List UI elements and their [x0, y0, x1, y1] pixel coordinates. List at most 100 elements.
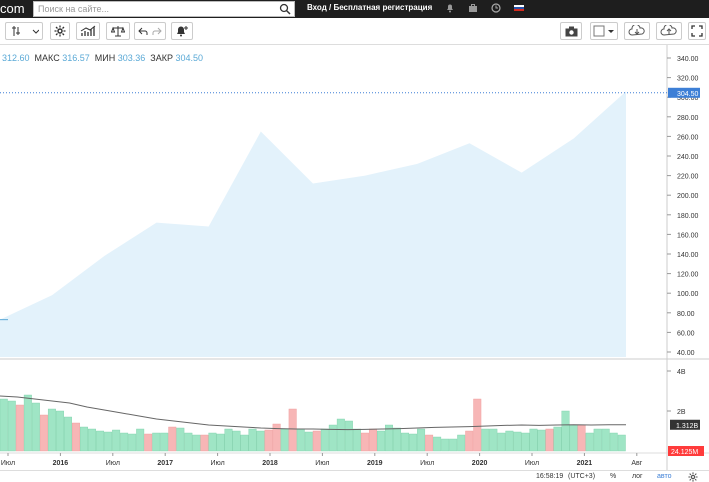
time-axis-label: Июл [525, 460, 539, 467]
screenshot-button[interactable] [560, 22, 582, 40]
volume-bar [433, 436, 442, 452]
price-tick-label: 240.00 [677, 154, 699, 161]
volume-bar [264, 429, 273, 452]
volume-bar [609, 432, 618, 452]
volume-bar [336, 418, 345, 452]
volume-bar [352, 428, 361, 452]
volume-bar [232, 430, 241, 452]
volume-bar [192, 434, 201, 452]
volume-bar [55, 410, 64, 452]
price-tick-label: 200.00 [677, 193, 699, 200]
cloud-download-button[interactable] [624, 22, 650, 40]
color-picker-button[interactable] [590, 22, 618, 40]
undo-icon[interactable] [138, 26, 148, 36]
volume-bar [561, 410, 570, 452]
time-axis-label: 2019 [367, 460, 383, 467]
price-tick-label: 340.00 [677, 56, 699, 63]
volume-bar [176, 427, 185, 452]
volume-bar [88, 428, 97, 452]
price-tick-label: 100.00 [677, 291, 699, 298]
price-tick-label: 40.00 [677, 350, 695, 357]
volume-bar [593, 428, 602, 452]
volume-ma-line [0, 395, 626, 431]
alert-button[interactable] [171, 22, 193, 40]
volume-bar [344, 420, 353, 452]
price-chart[interactable]: 340.00320.00300.00280.00260.00240.00220.… [0, 45, 709, 470]
language-flag-icon[interactable] [514, 3, 524, 13]
cloud-upload-button[interactable] [656, 22, 682, 40]
auto-toggle[interactable]: авто [657, 473, 671, 480]
clock-time: 16:58:19 [536, 473, 564, 480]
price-tick-label: 180.00 [677, 213, 699, 220]
price-tick-label: 320.00 [677, 76, 699, 83]
volume-bar [521, 432, 530, 452]
expand-icon [691, 25, 703, 37]
volume-tick-label: 4B [677, 369, 686, 376]
volume-bar [441, 438, 450, 452]
camera-icon [565, 26, 577, 36]
current-volume-label: 24.125M [671, 449, 698, 456]
current-price-label: 304.50 [677, 91, 699, 98]
clock-icon[interactable] [491, 3, 501, 13]
volume-bar [23, 394, 32, 452]
volume-bar [529, 428, 538, 452]
volume-bar [80, 426, 88, 452]
volume-bar [256, 430, 265, 452]
volume-bar [569, 424, 578, 452]
portfolio-icon[interactable] [468, 3, 478, 13]
scales-icon [111, 26, 125, 37]
volume-bar [240, 434, 249, 452]
time-axis-label: Июл [106, 460, 120, 467]
percent-toggle[interactable]: % [610, 473, 616, 480]
indicators-button[interactable] [76, 22, 100, 40]
search-icon[interactable] [279, 3, 291, 15]
site-logo[interactable]: com [0, 1, 25, 16]
volume-bar [288, 408, 297, 452]
volume-bar [31, 402, 40, 452]
volume-bar [513, 431, 522, 452]
time-axis-label: Июл [210, 460, 224, 467]
search-input[interactable]: Поиск на сайте... [33, 1, 295, 17]
time-axis-label: Авг [631, 460, 642, 467]
volume-bar [577, 424, 586, 452]
compare-button[interactable] [106, 22, 130, 40]
gear-icon [54, 25, 66, 37]
fullscreen-button[interactable] [688, 22, 706, 40]
volume-bar [7, 400, 16, 452]
volume-bar [601, 428, 610, 452]
volume-bar [553, 426, 562, 452]
price-tick-label: 280.00 [677, 115, 699, 122]
bell-icon[interactable] [445, 3, 455, 13]
volume-bar [280, 428, 289, 452]
volume-bar [481, 428, 490, 452]
gear-icon[interactable] [688, 472, 698, 482]
log-toggle[interactable]: лог [632, 473, 643, 480]
volume-bar [296, 428, 305, 452]
volume-bar [208, 432, 217, 452]
price-tick-label: 80.00 [677, 311, 695, 318]
cloud-upload-icon [660, 25, 677, 36]
volume-bar [112, 429, 121, 452]
volume-bar [64, 416, 72, 452]
volume-bar [104, 431, 113, 452]
volume-bar [449, 438, 458, 452]
volume-bar [465, 430, 474, 452]
volume-bar [537, 429, 546, 452]
time-axis-label: 2018 [262, 460, 278, 467]
redo-icon[interactable] [152, 26, 162, 36]
volume-bar [377, 430, 385, 452]
login-link[interactable]: Вход / Бесплатная регистрация [307, 3, 432, 12]
chart-toolbar [0, 18, 709, 45]
volume-bar [0, 398, 8, 452]
status-bar: 16:58:19 (UTC+3) % лог авто [0, 470, 709, 482]
time-axis-label: 2021 [577, 460, 593, 467]
time-axis-label: 2020 [472, 460, 488, 467]
volume-bar [168, 426, 177, 452]
price-area [0, 91, 626, 357]
timezone[interactable]: (UTC+3) [568, 473, 595, 480]
volume-bar [216, 433, 225, 452]
volume-bar [497, 432, 506, 452]
settings-button[interactable] [50, 22, 70, 40]
volume-bar [617, 434, 626, 452]
chart-type-button[interactable] [5, 22, 43, 40]
